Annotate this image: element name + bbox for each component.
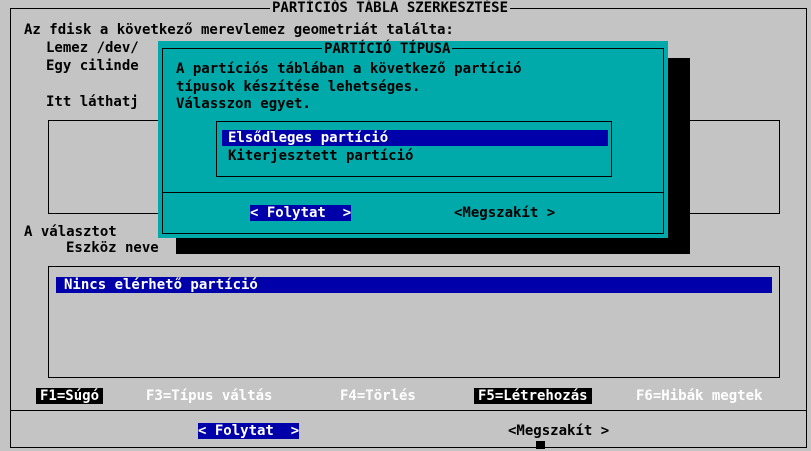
geometry-intro-text: Az fdisk a következő merevlemez geometri… — [24, 22, 454, 38]
partition-type-dialog: PARTÍCIÓ TÍPUSA A partíciós táblában a k… — [158, 41, 668, 238]
dialog-cancel-button[interactable]: <Megszakít > — [454, 205, 555, 221]
fkey-change-type[interactable]: F3=Típus váltás — [146, 388, 272, 404]
fkey-create[interactable]: F5=Létrehozás — [474, 388, 592, 404]
option-extended-partition[interactable]: Kiterjesztett partíció — [222, 148, 413, 164]
text-cursor — [536, 441, 545, 449]
continue-button[interactable]: < Folytat > — [198, 423, 300, 439]
dialog-text-line2: típusok készítése lehetséges. — [176, 79, 421, 95]
option-primary-partition[interactable]: Elsődleges partíció — [222, 130, 608, 146]
dialog-title: PARTÍCIÓ TÍPUSA — [322, 41, 453, 57]
fkey-delete[interactable]: F4=Törlés — [340, 388, 416, 404]
device-name-text: Eszköz neve — [66, 240, 159, 256]
disk-info-text: Lemez /dev/ — [46, 40, 139, 56]
dialog-continue-button[interactable]: < Folytat > — [250, 205, 352, 221]
dialog-text-line1: A partíciós táblában a következő partíci… — [176, 61, 522, 77]
cylinder-info-text: Egy cilinde — [46, 58, 139, 74]
fkey-fix-errors[interactable]: F6=Hibák megtek — [636, 388, 762, 404]
cancel-button[interactable]: <Megszakít > — [508, 423, 609, 439]
partitions-visible-text: Itt láthatj — [46, 94, 139, 110]
dialog-separator — [162, 192, 664, 193]
dialog-text-line3: Válasszon egyet. — [176, 96, 311, 112]
partition-list-item[interactable]: Nincs elérhető partíció — [56, 277, 772, 293]
window-title: PARTÍCIÓS TÁBLA SZERKESZTÉSE — [270, 0, 511, 16]
fkey-help[interactable]: F1=Súgó — [36, 388, 104, 404]
selected-partition-text: A választot — [24, 224, 117, 240]
bottom-separator — [10, 410, 807, 411]
